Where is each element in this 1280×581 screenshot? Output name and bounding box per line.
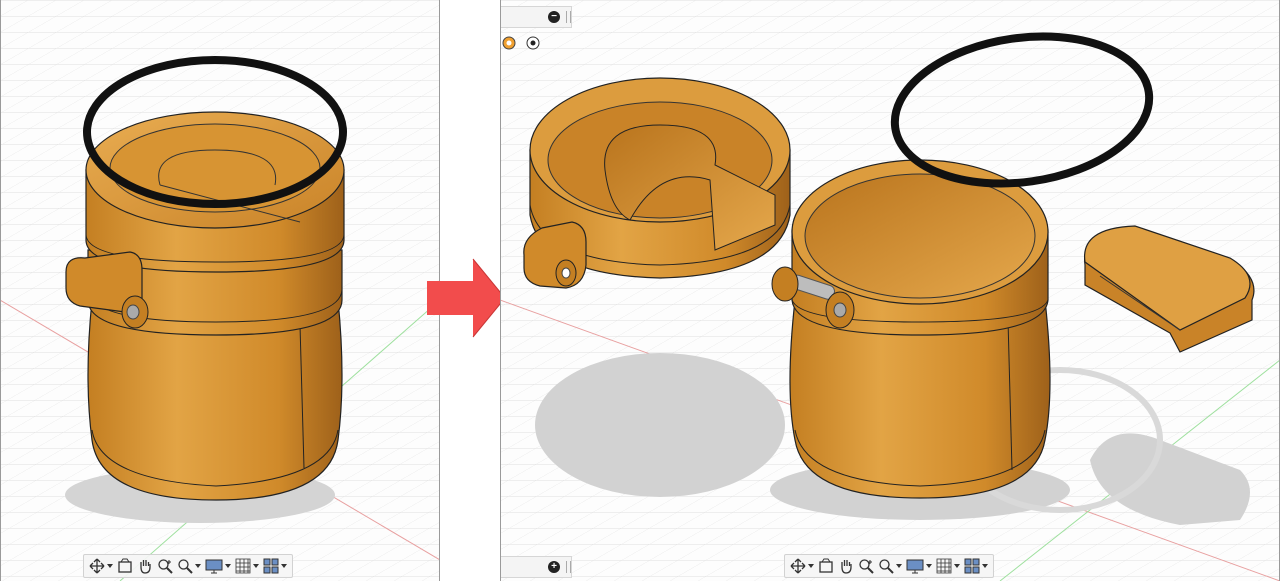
grid-settings-icon <box>235 558 251 574</box>
pan-button[interactable] <box>136 556 154 576</box>
fit-zoom-icon <box>178 559 193 574</box>
fit-zoom-button[interactable] <box>176 556 202 576</box>
fit-zoom-icon <box>879 559 894 574</box>
grid-settings-icon <box>936 558 952 574</box>
body-opening <box>804 173 1036 299</box>
viewports-button[interactable] <box>963 556 989 576</box>
viewports-icon <box>964 558 980 574</box>
panel-grip[interactable] <box>566 561 571 573</box>
display-settings-button[interactable] <box>204 556 232 576</box>
zoom-button[interactable] <box>156 556 174 576</box>
zoom-button[interactable] <box>857 556 875 576</box>
orbit-icon <box>89 558 105 574</box>
display-settings-icon <box>906 559 924 574</box>
pan-hand-icon <box>841 560 852 574</box>
zoom-icon <box>158 559 173 574</box>
fit-zoom-button[interactable] <box>877 556 903 576</box>
comments-panel-header: + <box>500 556 572 578</box>
transition-arrow <box>425 255 507 346</box>
viewport-before[interactable] <box>0 0 440 581</box>
add-comment-button[interactable]: + <box>548 561 560 573</box>
grid-settings-button[interactable] <box>234 556 260 576</box>
component-icon[interactable] <box>502 36 516 50</box>
pan-button[interactable] <box>837 556 855 576</box>
scene-before <box>0 0 440 581</box>
look-at-button[interactable] <box>116 556 134 576</box>
scene-after <box>500 0 1280 581</box>
display-settings-button[interactable] <box>905 556 933 576</box>
lid-shadow <box>535 353 785 497</box>
look-at-icon <box>118 558 132 573</box>
look-at-icon <box>819 558 833 573</box>
viewports-button[interactable] <box>262 556 288 576</box>
look-at-button[interactable] <box>817 556 835 576</box>
orbit-button[interactable] <box>789 556 815 576</box>
viewport-after[interactable]: − + <box>500 0 1280 581</box>
orbit-icon <box>790 558 806 574</box>
navigation-toolbar-right <box>784 554 994 578</box>
lug-left <box>771 266 799 302</box>
radio-target-icon[interactable] <box>526 36 540 50</box>
panel-grip[interactable] <box>566 11 571 23</box>
pan-hand-icon <box>140 560 151 574</box>
right-arrow-icon <box>427 258 506 338</box>
browser-icons <box>502 36 540 50</box>
orbit-button[interactable] <box>88 556 114 576</box>
zoom-icon <box>859 559 874 574</box>
grid-settings-button[interactable] <box>935 556 961 576</box>
display-settings-icon <box>205 559 223 574</box>
browser-panel-header: − <box>500 6 572 28</box>
viewports-icon <box>263 558 279 574</box>
navigation-toolbar-left <box>83 554 293 578</box>
collapse-button[interactable]: − <box>548 11 560 23</box>
